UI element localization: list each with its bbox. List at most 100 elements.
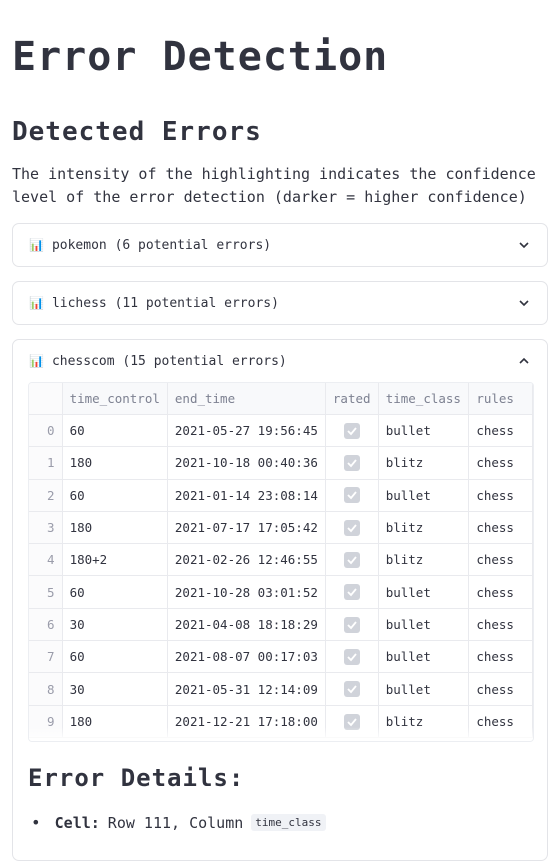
table-row: 3 180 2021-07-17 17:05:42 blitz chess bbox=[29, 511, 533, 545]
error-details-title: Error Details: bbox=[28, 764, 245, 792]
checkbox-checked-icon bbox=[343, 519, 360, 536]
column-header-index[interactable] bbox=[29, 383, 63, 415]
end-time-cell[interactable]: 2021-01-14 23:08:14 bbox=[167, 479, 326, 512]
cell-label: Cell: bbox=[54, 813, 100, 832]
rated-cell[interactable] bbox=[325, 672, 379, 706]
rated-cell[interactable] bbox=[325, 575, 379, 609]
chevron-down-icon[interactable] bbox=[517, 238, 531, 252]
end-time-cell[interactable]: 2021-10-18 00:40:36 bbox=[167, 446, 326, 480]
time-control-cell[interactable]: 180 bbox=[62, 511, 168, 545]
row-index-cell[interactable]: 3 bbox=[29, 511, 63, 545]
expander-label: chesscom (15 potential errors) bbox=[51, 353, 287, 369]
end-time-cell[interactable]: 2021-08-07 00:17:03 bbox=[167, 640, 326, 674]
checkbox-checked-icon bbox=[343, 681, 360, 698]
time-class-cell[interactable]: bullet bbox=[378, 608, 470, 642]
table-row: 7 60 2021-08-07 00:17:03 bullet chess bbox=[29, 640, 533, 674]
checkbox-checked-icon bbox=[343, 455, 360, 472]
row-index-cell[interactable]: 5 bbox=[29, 575, 63, 609]
row-index-cell[interactable]: 1 bbox=[29, 446, 63, 480]
row-index-cell[interactable]: 8 bbox=[29, 672, 63, 706]
table-row: 8 30 2021-05-31 12:14:09 bullet chess bbox=[29, 672, 533, 706]
checkbox-checked-icon bbox=[343, 422, 360, 439]
time-class-cell[interactable]: blitz bbox=[378, 446, 470, 480]
row-index-cell[interactable]: 2 bbox=[29, 479, 63, 512]
expander-pokemon[interactable]: 📊 pokemon (6 potential errors) bbox=[12, 223, 548, 267]
rated-cell[interactable] bbox=[325, 414, 379, 448]
rated-cell[interactable] bbox=[325, 543, 379, 577]
time-class-cell[interactable]: blitz bbox=[378, 543, 470, 577]
chevron-up-icon[interactable] bbox=[517, 354, 531, 368]
row-index-cell[interactable]: 4 bbox=[29, 543, 63, 577]
scroll-fade bbox=[29, 727, 533, 741]
column-code: time_class bbox=[251, 814, 326, 831]
bullet-icon: • bbox=[31, 813, 41, 832]
bar-chart-icon: 📊 bbox=[29, 296, 44, 310]
chevron-down-icon[interactable] bbox=[517, 296, 531, 310]
column-header-time-control[interactable]: time_control bbox=[62, 383, 168, 415]
expander-chesscom[interactable]: 📊 chesscom (15 potential errors) time_co… bbox=[12, 339, 548, 861]
bar-chart-icon: 📊 bbox=[29, 238, 44, 252]
column-header-end-time[interactable]: end_time bbox=[167, 383, 326, 415]
time-control-cell[interactable]: 60 bbox=[62, 414, 168, 448]
end-time-cell[interactable]: 2021-07-17 17:05:42 bbox=[167, 511, 326, 545]
column-header-time-class[interactable]: time_class bbox=[378, 383, 470, 415]
rules-cell[interactable]: chess bbox=[468, 575, 533, 609]
rated-cell[interactable] bbox=[325, 479, 379, 512]
rules-cell[interactable]: chess bbox=[468, 543, 533, 577]
data-table[interactable]: time_control end_time rated time_class r… bbox=[28, 382, 534, 742]
column-header-rated[interactable]: rated bbox=[325, 383, 379, 415]
checkbox-checked-icon bbox=[343, 552, 360, 569]
end-time-cell[interactable]: 2021-02-26 12:46:55 bbox=[167, 543, 326, 577]
table-header-row: time_control end_time rated time_class r… bbox=[29, 383, 533, 415]
checkbox-checked-icon bbox=[343, 584, 360, 601]
time-class-cell[interactable]: bullet bbox=[378, 414, 470, 448]
rules-cell[interactable]: chess bbox=[468, 608, 533, 642]
table-row: 4 180+2 2021-02-26 12:46:55 blitz chess bbox=[29, 543, 533, 577]
expander-header[interactable]: 📊 pokemon (6 potential errors) bbox=[13, 224, 547, 266]
time-class-cell[interactable]: bullet bbox=[378, 479, 470, 512]
end-time-cell[interactable]: 2021-05-27 19:56:45 bbox=[167, 414, 326, 448]
expander-lichess[interactable]: 📊 lichess (11 potential errors) bbox=[12, 281, 548, 325]
rules-cell[interactable]: chess bbox=[468, 511, 533, 545]
time-class-cell[interactable]: bullet bbox=[378, 640, 470, 674]
expander-label: pokemon (6 potential errors) bbox=[51, 237, 272, 253]
end-time-cell[interactable]: 2021-04-08 18:18:29 bbox=[167, 608, 326, 642]
section-title: Detected Errors bbox=[12, 117, 262, 147]
rules-cell[interactable]: chess bbox=[468, 672, 533, 706]
time-control-cell[interactable]: 180+2 bbox=[62, 543, 168, 577]
bar-chart-icon: 📊 bbox=[29, 354, 44, 368]
time-control-cell[interactable]: 30 bbox=[62, 672, 168, 706]
table-row: 5 60 2021-10-28 03:01:52 bullet chess bbox=[29, 575, 533, 609]
expander-header[interactable]: 📊 lichess (11 potential errors) bbox=[13, 282, 547, 324]
time-control-cell[interactable]: 60 bbox=[62, 479, 168, 512]
rules-cell[interactable]: chess bbox=[468, 640, 533, 674]
rated-cell[interactable] bbox=[325, 446, 379, 480]
rules-cell[interactable]: chess bbox=[468, 446, 533, 480]
rules-cell[interactable]: chess bbox=[468, 479, 533, 512]
checkbox-checked-icon bbox=[343, 487, 360, 504]
cell-location: Row 111, Column bbox=[107, 813, 244, 832]
time-control-cell[interactable]: 60 bbox=[62, 575, 168, 609]
rules-cell[interactable]: chess bbox=[468, 414, 533, 448]
time-class-cell[interactable]: bullet bbox=[378, 672, 470, 706]
expander-header[interactable]: 📊 chesscom (15 potential errors) bbox=[13, 340, 547, 382]
row-index-cell[interactable]: 0 bbox=[29, 414, 63, 448]
table-row: 2 60 2021-01-14 23:08:14 bullet chess bbox=[29, 479, 533, 512]
time-control-cell[interactable]: 180 bbox=[62, 446, 168, 480]
time-class-cell[interactable]: bullet bbox=[378, 575, 470, 609]
table-row: 6 30 2021-04-08 18:18:29 bullet chess bbox=[29, 608, 533, 642]
time-control-cell[interactable]: 30 bbox=[62, 608, 168, 642]
end-time-cell[interactable]: 2021-05-31 12:14:09 bbox=[167, 672, 326, 706]
row-index-cell[interactable]: 6 bbox=[29, 608, 63, 642]
end-time-cell[interactable]: 2021-10-28 03:01:52 bbox=[167, 575, 326, 609]
time-class-cell[interactable]: blitz bbox=[378, 511, 470, 545]
rated-cell[interactable] bbox=[325, 511, 379, 545]
expander-label: lichess (11 potential errors) bbox=[51, 295, 279, 311]
table-row: 0 60 2021-05-27 19:56:45 bullet chess bbox=[29, 414, 533, 448]
rated-cell[interactable] bbox=[325, 608, 379, 642]
time-control-cell[interactable]: 60 bbox=[62, 640, 168, 674]
checkbox-checked-icon bbox=[343, 616, 360, 633]
rated-cell[interactable] bbox=[325, 640, 379, 674]
row-index-cell[interactable]: 7 bbox=[29, 640, 63, 674]
column-header-rules[interactable]: rules bbox=[468, 383, 533, 415]
